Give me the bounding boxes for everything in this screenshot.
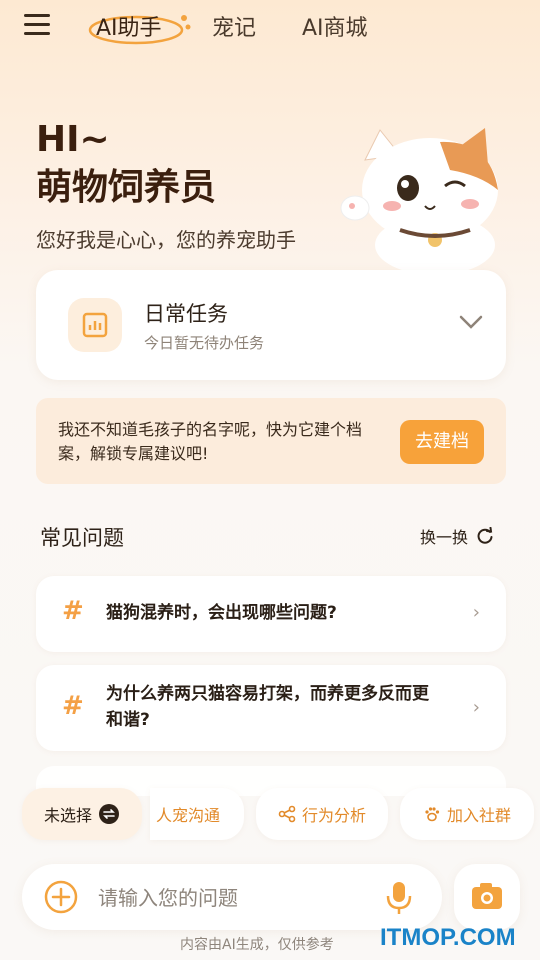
ai-disclaimer: 内容由AI生成，仅供参考 — [180, 937, 334, 953]
chip-pet-communication[interactable]: 人宠沟通 — [150, 788, 244, 840]
chip-behavior-analysis[interactable]: 行为分析 — [256, 788, 388, 840]
question-input[interactable] — [96, 882, 360, 914]
refresh-icon — [477, 527, 493, 544]
faq-item-text: 猫狗混养时，会出现哪些问题? — [106, 603, 337, 623]
chip-join-community[interactable]: 加入社群 — [400, 788, 534, 840]
chevron-right-icon: › — [472, 697, 480, 718]
daily-task-card[interactable]: 日常任务 今日暂无待办任务 — [36, 270, 506, 380]
tab-ai-mall[interactable]: AI商城 — [302, 10, 368, 42]
chevron-right-icon: › — [472, 602, 480, 623]
create-profile-button[interactable]: 去建档 — [400, 420, 484, 464]
tab-pet-notes[interactable]: 宠记 — [212, 10, 256, 42]
chip-label: 人宠沟通 — [156, 806, 221, 825]
hero-greeting: HI~ — [36, 119, 110, 160]
paw-icon — [425, 807, 440, 822]
chart-icon — [68, 298, 122, 352]
refresh-button[interactable]: 换一换 — [420, 524, 494, 548]
pet-select-label: 未选择 — [43, 806, 92, 825]
tab-ai-assistant[interactable]: AI助手 — [96, 10, 162, 42]
hash-icon: # — [62, 691, 84, 721]
chevron-down-icon[interactable] — [458, 312, 484, 332]
hero-title: 萌物饲养员 — [36, 167, 217, 208]
hash-icon: # — [62, 596, 84, 626]
hero-heading: HI~ 萌物饲养员 — [36, 116, 216, 212]
top-nav: AI助手 宠记 AI商城 — [0, 0, 540, 52]
watermark-logo: ITMOP.COM — [380, 924, 516, 951]
faq-item[interactable]: # 猫狗混养时，会出现哪些问题? › — [36, 576, 506, 652]
plus-icon[interactable] — [44, 880, 78, 914]
create-profile-banner: 我还不知道毛孩子的名字呢，快为它建个档案，解锁专属建议吧! 去建档 — [36, 398, 506, 484]
camera-button[interactable] — [454, 864, 520, 930]
hero-subtitle: 您好我是心心，您的养宠助手 — [36, 228, 296, 252]
share-nodes-icon — [278, 805, 296, 823]
banner-text: 我还不知道毛孩子的名字呢，快为它建个档案，解锁专属建议吧! — [58, 420, 363, 463]
menu-icon[interactable] — [24, 14, 52, 36]
cat-mascot-illustration — [340, 128, 498, 270]
camera-icon — [472, 883, 502, 909]
chip-label: 行为分析 — [301, 806, 366, 825]
chat-input-bar — [22, 864, 442, 930]
refresh-label: 换一换 — [420, 528, 469, 547]
pet-select-chip[interactable]: 未选择 — [22, 788, 142, 840]
microphone-icon[interactable] — [384, 880, 414, 916]
swap-icon — [99, 804, 119, 824]
faq-item-text: 为什么养两只猫容易打架，而养更多反而更和谐? — [106, 684, 429, 730]
faq-item[interactable]: # 为什么养两只猫容易打架，而养更多反而更和谐? › — [36, 665, 506, 751]
chip-label: 加入社群 — [446, 806, 511, 825]
daily-task-subtitle: 今日暂无待办任务 — [144, 334, 265, 352]
faq-section-title: 常见问题 — [40, 526, 124, 550]
daily-task-title: 日常任务 — [144, 302, 228, 326]
